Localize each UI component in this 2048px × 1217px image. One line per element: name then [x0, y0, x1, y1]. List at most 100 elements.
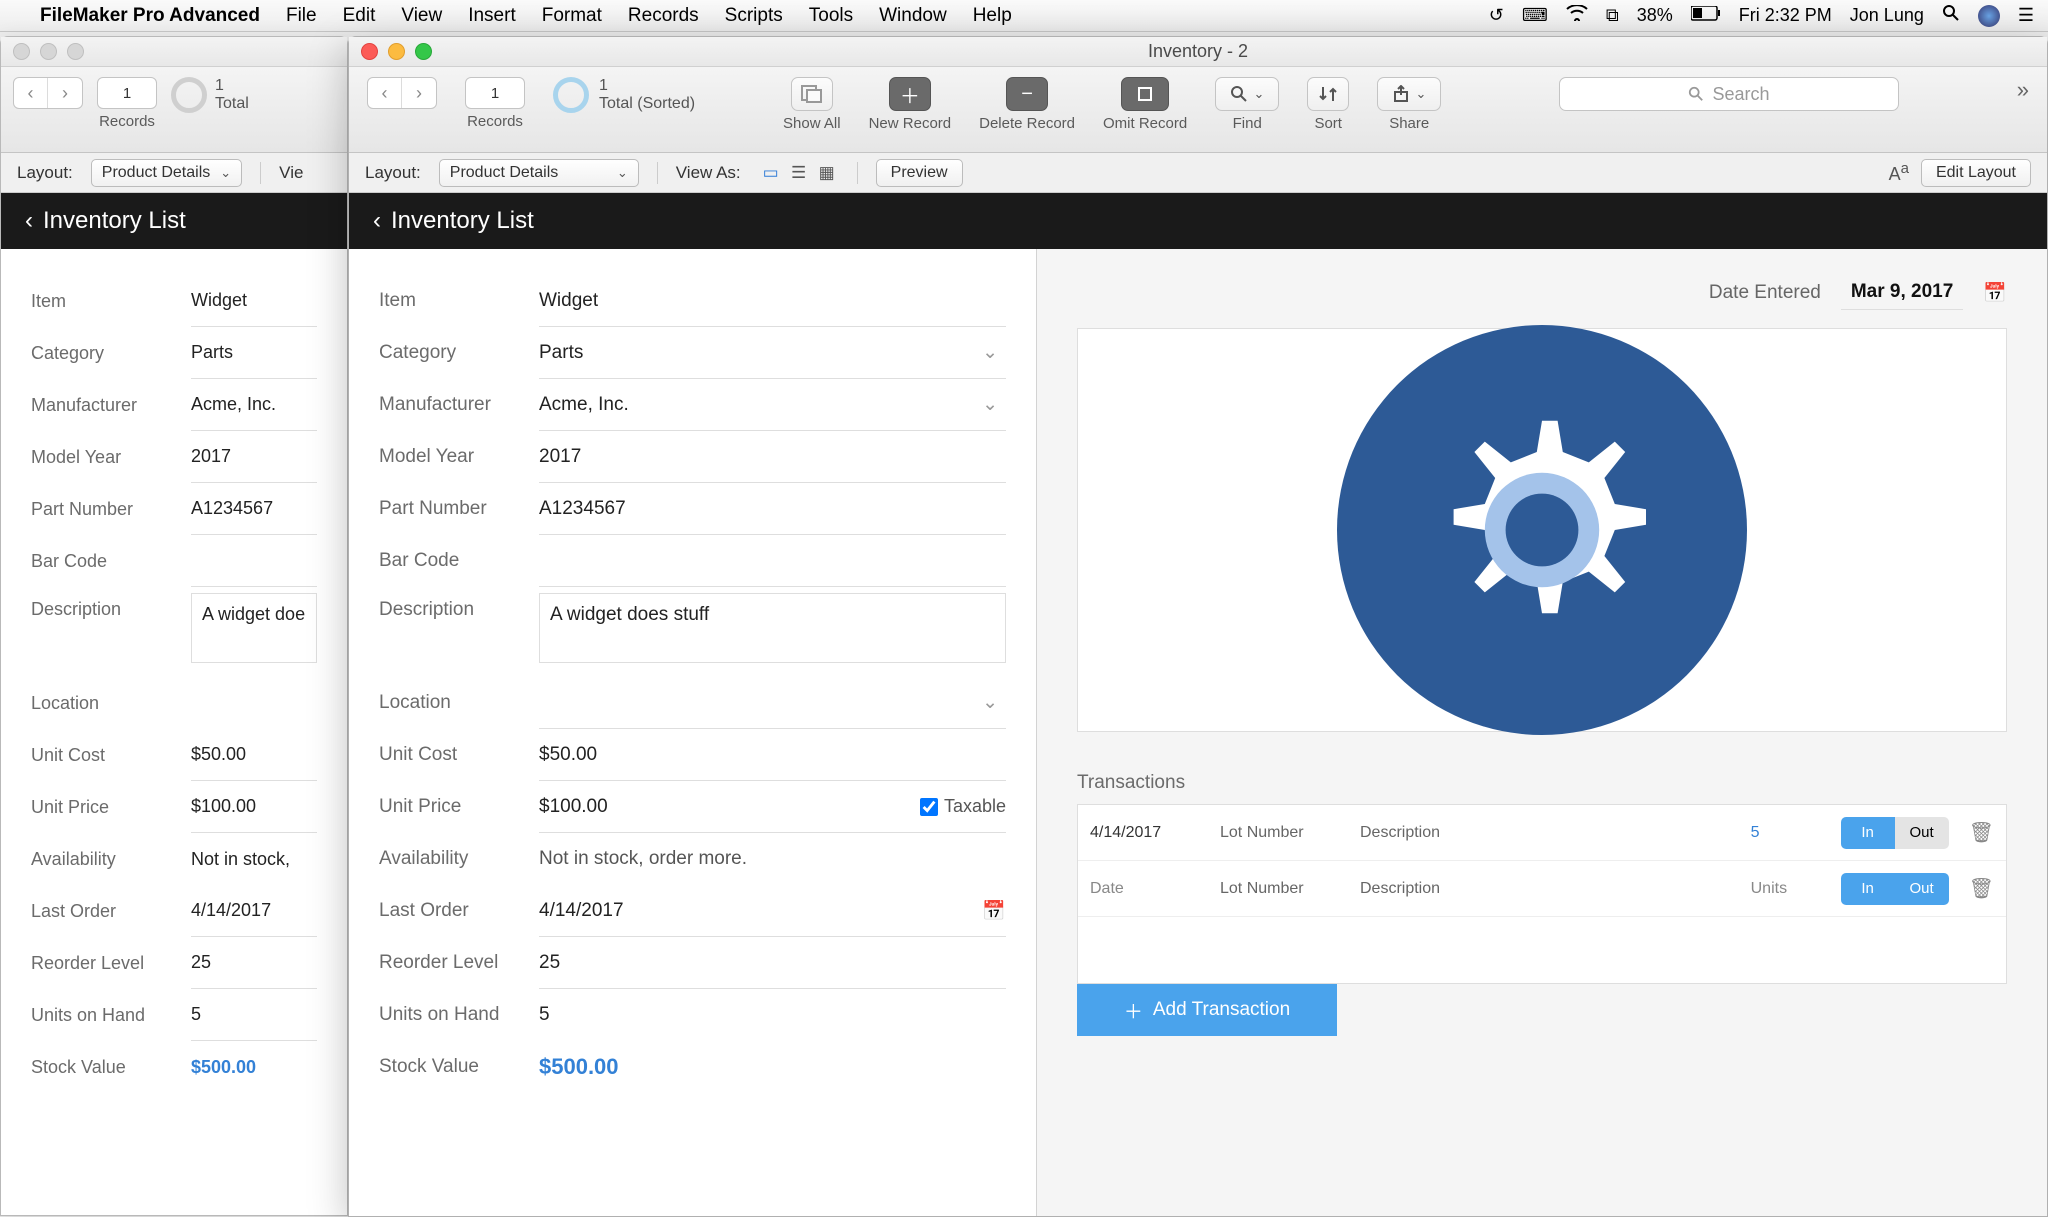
notifications-icon[interactable]: ☰ [2018, 5, 2034, 26]
window-inventory-1: ‹› 1 Records 1Total Layout: Product Deta… [0, 36, 348, 1216]
trx-lot[interactable]: Lot Number [1220, 880, 1350, 898]
trx-desc[interactable]: Description [1360, 824, 1741, 842]
minimize-icon[interactable] [388, 43, 405, 60]
layout-dropdown[interactable]: Product Details⌄ [439, 159, 639, 187]
battery-icon[interactable] [1691, 5, 1721, 26]
menu-view[interactable]: View [401, 5, 442, 27]
barcode-field[interactable] [191, 535, 317, 587]
spotlight-icon[interactable] [1942, 4, 1960, 27]
lastorder-field[interactable]: 4/14/2017📅 [539, 885, 1006, 937]
new-record-button[interactable]: ＋ [889, 77, 931, 111]
modelyear-field[interactable]: 2017 [539, 431, 1006, 483]
label-unitprice: Unit Price [379, 796, 539, 818]
taxable-checkbox[interactable] [920, 798, 938, 816]
search-input[interactable]: Search [1559, 77, 1899, 111]
description-field[interactable]: A widget does stuff [539, 593, 1006, 663]
view-form-icon[interactable]: ▭ [759, 162, 783, 184]
menu-insert[interactable]: Insert [468, 5, 516, 27]
partnum-field[interactable]: A1234567 [539, 483, 1006, 535]
close-icon[interactable] [13, 43, 30, 60]
reorder-field[interactable]: 25 [539, 937, 1006, 989]
menu-scripts[interactable]: Scripts [725, 5, 783, 27]
item-field[interactable]: Widget [191, 275, 317, 327]
onhand-field[interactable]: 5 [191, 989, 317, 1041]
record-nav[interactable]: ‹› [13, 77, 83, 109]
omit-record-button[interactable] [1121, 77, 1169, 111]
close-icon[interactable] [361, 43, 378, 60]
barcode-field[interactable] [539, 535, 1006, 587]
trash-icon[interactable]: 🗑 [1969, 876, 1994, 901]
trx-lot[interactable]: Lot Number [1220, 824, 1350, 842]
input-icon[interactable]: ⌨ [1522, 5, 1548, 26]
view-list-icon[interactable]: ☰ [787, 162, 811, 184]
find-button[interactable]: ⌄ [1215, 77, 1279, 111]
app-name[interactable]: FileMaker Pro Advanced [40, 5, 260, 27]
unitcost-field[interactable]: $50.00 [539, 729, 1006, 781]
share-button[interactable]: ⌄ [1377, 77, 1441, 111]
modelyear-field[interactable]: 2017 [191, 431, 317, 483]
format-text-icon[interactable]: Aa [1889, 160, 1909, 185]
trash-icon[interactable]: 🗑 [1969, 820, 1994, 845]
calendar-icon[interactable]: 📅 [982, 899, 1006, 923]
siri-icon[interactable] [1978, 5, 2000, 27]
lastorder-field[interactable]: 4/14/2017 [191, 885, 317, 937]
date-entered-field[interactable]: Mar 9, 2017 [1841, 275, 1963, 310]
unitprice-field[interactable]: $100.00 [191, 781, 317, 833]
inventory-list-header[interactable]: ‹Inventory List [349, 193, 2047, 249]
in-out-toggle[interactable]: InOut [1841, 817, 1949, 849]
menu-records[interactable]: Records [628, 5, 699, 27]
calendar-icon[interactable]: 📅 [1983, 281, 2007, 305]
reorder-field[interactable]: 25 [191, 937, 317, 989]
preview-button[interactable]: Preview [876, 159, 963, 187]
category-field[interactable]: Parts [539, 327, 1006, 379]
manufacturer-field[interactable]: Acme, Inc. [539, 379, 1006, 431]
menu-file[interactable]: File [286, 5, 317, 27]
trx-units[interactable]: 5 [1751, 824, 1831, 842]
zoom-icon[interactable] [415, 43, 432, 60]
record-nav[interactable]: ‹› [367, 77, 437, 109]
edit-layout-button[interactable]: Edit Layout [1921, 159, 2031, 187]
view-table-icon[interactable]: ▦ [815, 162, 839, 184]
product-image[interactable] [1077, 328, 2007, 732]
trx-units[interactable]: Units [1751, 880, 1831, 898]
transaction-row: Date Lot Number Description Units InOut … [1078, 861, 2006, 917]
zoom-icon[interactable] [67, 43, 84, 60]
menu-tools[interactable]: Tools [809, 5, 853, 27]
unitprice-field[interactable]: $100.00Taxable [539, 781, 1006, 833]
menu-window[interactable]: Window [879, 5, 947, 27]
expand-toolbar-icon[interactable]: » [2017, 77, 2029, 103]
delete-record-button[interactable]: − [1006, 77, 1048, 111]
category-field[interactable]: Parts [191, 327, 317, 379]
record-slider[interactable]: 1 [465, 77, 525, 109]
menu-edit[interactable]: Edit [343, 5, 376, 27]
sort-button[interactable] [1307, 77, 1349, 111]
trx-date[interactable]: Date [1090, 880, 1210, 898]
trx-date[interactable]: 4/14/2017 [1090, 824, 1210, 842]
record-slider[interactable]: 1 [97, 77, 157, 109]
label-manufacturer: Manufacturer [379, 394, 539, 416]
item-field[interactable]: Widget [539, 275, 1006, 327]
menubar-user[interactable]: Jon Lung [1850, 5, 1924, 26]
show-all-button[interactable] [791, 77, 833, 111]
minimize-icon[interactable] [40, 43, 57, 60]
menu-help[interactable]: Help [973, 5, 1012, 27]
transactions-table: 4/14/2017 Lot Number Description 5 InOut… [1077, 804, 2007, 984]
add-transaction-button[interactable]: ＋Add Transaction [1077, 984, 1337, 1036]
menubar-clock[interactable]: Fri 2:32 PM [1739, 5, 1832, 26]
right-panel: Date Entered Mar 9, 2017 📅 Transactions [1037, 249, 2047, 1216]
manufacturer-field[interactable]: Acme, Inc. [191, 379, 317, 431]
unitcost-field[interactable]: $50.00 [191, 729, 317, 781]
in-out-toggle[interactable]: InOut [1841, 873, 1949, 905]
inventory-list-header[interactable]: ‹Inventory List [1, 193, 347, 249]
battery-pct[interactable]: 38% [1637, 5, 1673, 26]
menu-format[interactable]: Format [542, 5, 602, 27]
description-field[interactable]: A widget doe [191, 593, 317, 663]
timemachine-icon[interactable]: ↺ [1489, 5, 1504, 26]
partnum-field[interactable]: A1234567 [191, 483, 317, 535]
location-field[interactable] [539, 677, 1006, 729]
airplay-icon[interactable]: ⧉ [1606, 5, 1619, 26]
viewas-trunc: Vie [279, 163, 303, 183]
wifi-icon[interactable] [1566, 5, 1588, 26]
layout-dropdown[interactable]: Product Details⌄ [91, 159, 242, 187]
trx-desc[interactable]: Description [1360, 880, 1741, 898]
